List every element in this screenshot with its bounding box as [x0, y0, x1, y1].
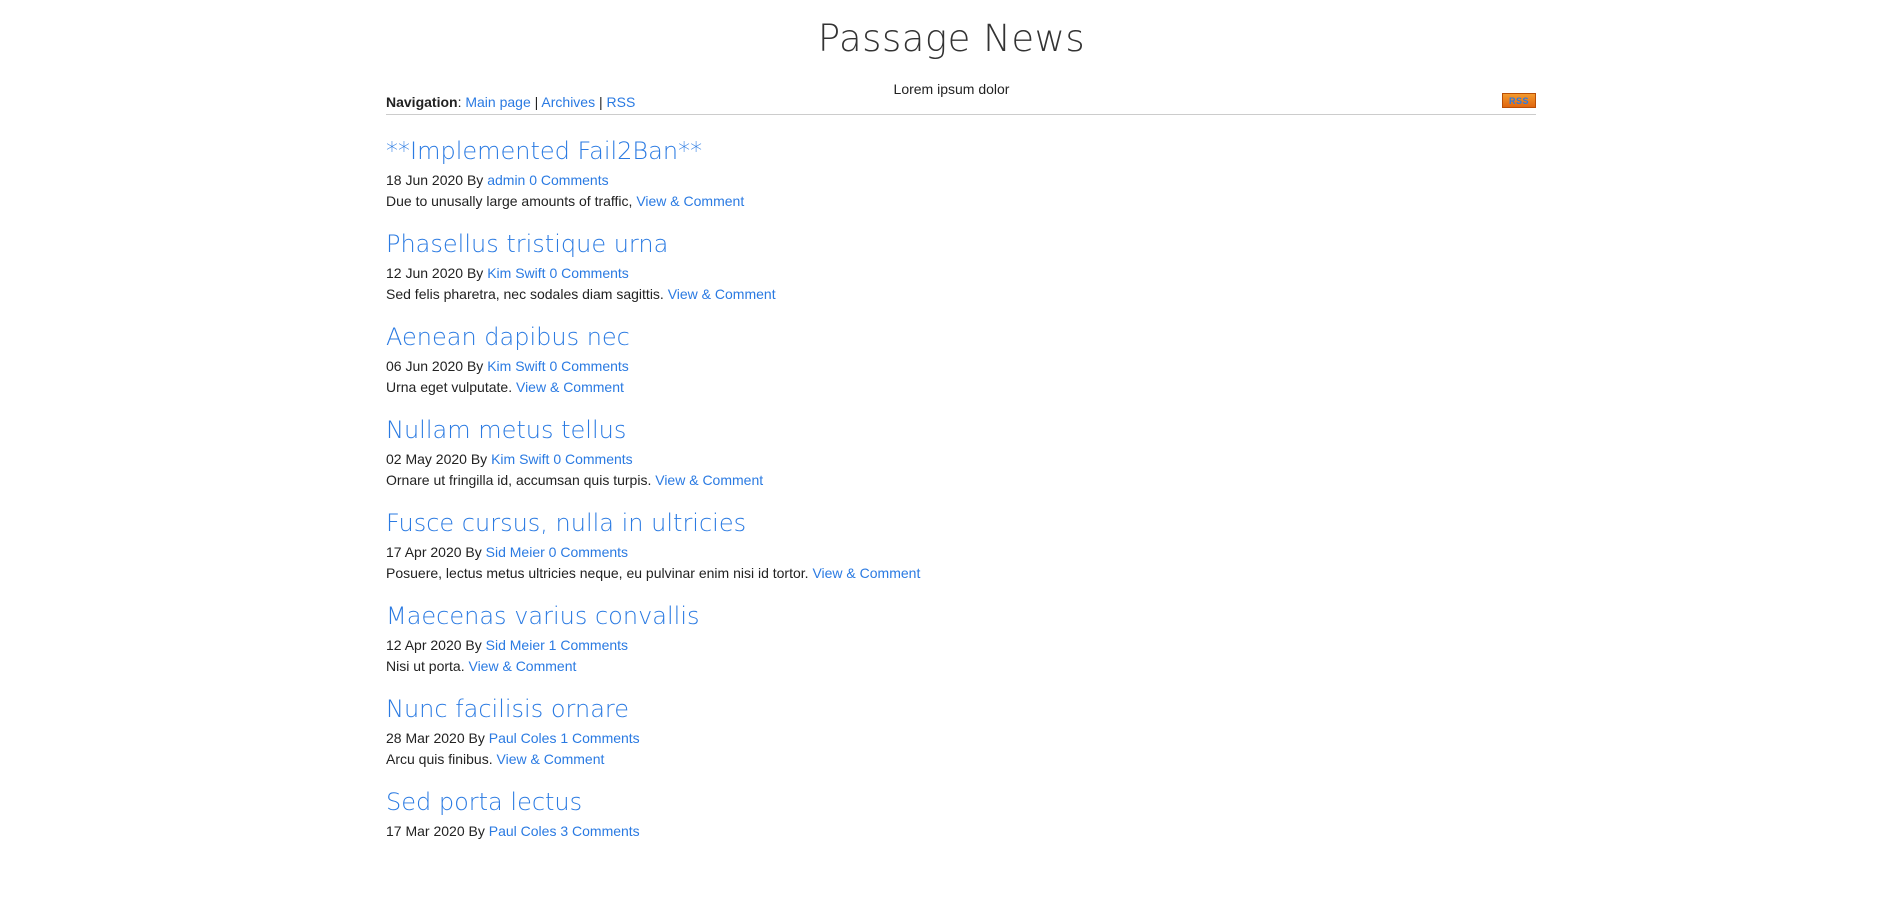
post-meta: 06 Jun 2020 By Kim Swift 0 Comments	[386, 356, 1536, 377]
post-date: 17 Mar 2020	[386, 823, 465, 839]
post-summary: Urna eget vulputate. View & Comment	[386, 377, 1536, 398]
post-summary-text: Arcu quis finibus.	[386, 751, 493, 767]
site-header: Passage News Lorem ipsum dolor	[0, 0, 1903, 98]
post-summary-text: Urna eget vulputate.	[386, 379, 513, 395]
post-comments-link[interactable]: 0 Comments	[553, 451, 632, 467]
post-by-label: By	[468, 730, 485, 746]
post-title-link[interactable]: Phasellus tristique urna	[386, 229, 668, 259]
site-title: Passage News	[817, 17, 1086, 60]
nav-separator: |	[598, 94, 603, 110]
post-summary: Ornare ut fringilla id, accumsan quis tu…	[386, 470, 1536, 491]
view-comment-link[interactable]: View & Comment	[468, 658, 576, 674]
post-title-link[interactable]: Maecenas varius convallis	[386, 601, 700, 631]
post-author-link[interactable]: Paul Coles	[489, 823, 557, 839]
navigation-label: Navigation	[386, 94, 458, 110]
post-summary-text: Sed felis pharetra, nec sodales diam sag…	[386, 286, 664, 302]
post-author-link[interactable]: Kim Swift	[491, 451, 549, 467]
nav-link-main-page[interactable]: Main page	[465, 94, 530, 110]
view-comment-link[interactable]: View & Comment	[636, 193, 744, 209]
post-meta: 17 Apr 2020 By Sid Meier 0 Comments	[386, 542, 1536, 563]
navigation-colon: :	[457, 94, 462, 110]
post-meta: 12 Apr 2020 By Sid Meier 1 Comments	[386, 635, 1536, 656]
post-author-link[interactable]: Sid Meier	[486, 544, 545, 560]
post-comments-link[interactable]: 0 Comments	[549, 265, 628, 281]
post-item: Phasellus tristique urna 12 Jun 2020 By K…	[386, 229, 1536, 305]
post-comments-link[interactable]: 3 Comments	[560, 823, 639, 839]
post-title-link[interactable]: Nullam metus tellus	[386, 415, 626, 445]
post-meta: 18 Jun 2020 By admin 0 Comments	[386, 170, 1536, 191]
post-summary: Due to unusally large amounts of traffic…	[386, 191, 1536, 212]
view-comment-link[interactable]: View & Comment	[655, 472, 763, 488]
rss-feed-icon[interactable]: RSS	[1502, 93, 1536, 108]
post-title-link[interactable]: Sed porta lectus	[386, 787, 582, 817]
post-item: Sed porta lectus 17 Mar 2020 By Paul Cole…	[386, 787, 1536, 842]
post-item: Nunc facilisis ornare 28 Mar 2020 By Paul…	[386, 694, 1536, 770]
post-date: 28 Mar 2020	[386, 730, 465, 746]
post-date: 18 Jun 2020	[386, 172, 464, 188]
page: Passage News Lorem ipsum dolor Navigatio…	[0, 0, 1903, 915]
view-comment-link[interactable]: View & Comment	[497, 751, 605, 767]
post-meta: 17 Mar 2020 By Paul Coles 3 Comments	[386, 821, 1536, 842]
post-comments-link[interactable]: 1 Comments	[560, 730, 639, 746]
post-by-label: By	[468, 823, 485, 839]
post-meta: 12 Jun 2020 By Kim Swift 0 Comments	[386, 263, 1536, 284]
post-by-label: By	[465, 544, 482, 560]
post-summary: Arcu quis finibus. View & Comment	[386, 749, 1536, 770]
post-summary-text: Ornare ut fringilla id, accumsan quis tu…	[386, 472, 652, 488]
post-item: Maecenas varius convallis 12 Apr 2020 By …	[386, 601, 1536, 677]
post-summary: Nisi ut porta. View & Comment	[386, 656, 1536, 677]
post-comments-link[interactable]: 0 Comments	[529, 172, 608, 188]
post-date: 12 Jun 2020	[386, 265, 464, 281]
post-summary-text: Due to unusally large amounts of traffic…	[386, 193, 633, 209]
post-summary-text: Nisi ut porta.	[386, 658, 465, 674]
post-author-link[interactable]: Paul Coles	[489, 730, 557, 746]
post-by-label: By	[466, 172, 484, 188]
post-item: Nullam metus tellus 02 May 2020 By Kim Sw…	[386, 415, 1536, 491]
post-by-label: By	[465, 637, 482, 653]
post-item: **Implemented Fail2Ban** 18 Jun 2020 By a…	[386, 136, 1536, 212]
post-date: 02 May 2020	[386, 451, 467, 467]
nav-separator: |	[534, 94, 539, 110]
post-item: Fusce cursus, nulla in ultricies 17 Apr 2…	[386, 508, 1536, 584]
post-by-label: By	[466, 358, 484, 374]
main-content: Navigation: Main page | Archives | RSS R…	[386, 93, 1536, 842]
post-meta: 02 May 2020 By Kim Swift 0 Comments	[386, 449, 1536, 470]
post-author-link[interactable]: Sid Meier	[486, 637, 545, 653]
post-by-label: By	[466, 265, 484, 281]
post-title-link[interactable]: Aenean dapibus nec	[386, 322, 630, 352]
post-title-link[interactable]: Fusce cursus, nulla in ultricies	[386, 508, 746, 538]
post-meta: 28 Mar 2020 By Paul Coles 1 Comments	[386, 728, 1536, 749]
post-item: Aenean dapibus nec 06 Jun 2020 By Kim Swi…	[386, 322, 1536, 398]
view-comment-link[interactable]: View & Comment	[812, 565, 920, 581]
post-date: 17 Apr 2020	[386, 544, 462, 560]
post-summary-text: Posuere, lectus metus ultricies neque, e…	[386, 565, 809, 581]
view-comment-link[interactable]: View & Comment	[668, 286, 776, 302]
view-comment-link[interactable]: View & Comment	[516, 379, 624, 395]
post-author-link[interactable]: admin	[487, 172, 525, 188]
post-title-link[interactable]: Nunc facilisis ornare	[386, 694, 629, 724]
post-by-label: By	[470, 451, 488, 467]
nav-link-archives[interactable]: Archives	[541, 94, 595, 110]
post-comments-link[interactable]: 0 Comments	[549, 358, 628, 374]
post-date: 06 Jun 2020	[386, 358, 464, 374]
post-comments-link[interactable]: 1 Comments	[549, 637, 628, 653]
post-summary: Sed felis pharetra, nec sodales diam sag…	[386, 284, 1536, 305]
post-date: 12 Apr 2020	[386, 637, 462, 653]
post-author-link[interactable]: Kim Swift	[487, 358, 545, 374]
post-author-link[interactable]: Kim Swift	[487, 265, 545, 281]
post-title-link[interactable]: **Implemented Fail2Ban**	[386, 136, 702, 166]
post-comments-link[interactable]: 0 Comments	[549, 544, 628, 560]
navigation-bar: Navigation: Main page | Archives | RSS R…	[386, 93, 1536, 115]
post-list: **Implemented Fail2Ban** 18 Jun 2020 By a…	[386, 136, 1536, 842]
nav-link-rss[interactable]: RSS	[607, 94, 636, 110]
post-summary: Posuere, lectus metus ultricies neque, e…	[386, 563, 1536, 584]
